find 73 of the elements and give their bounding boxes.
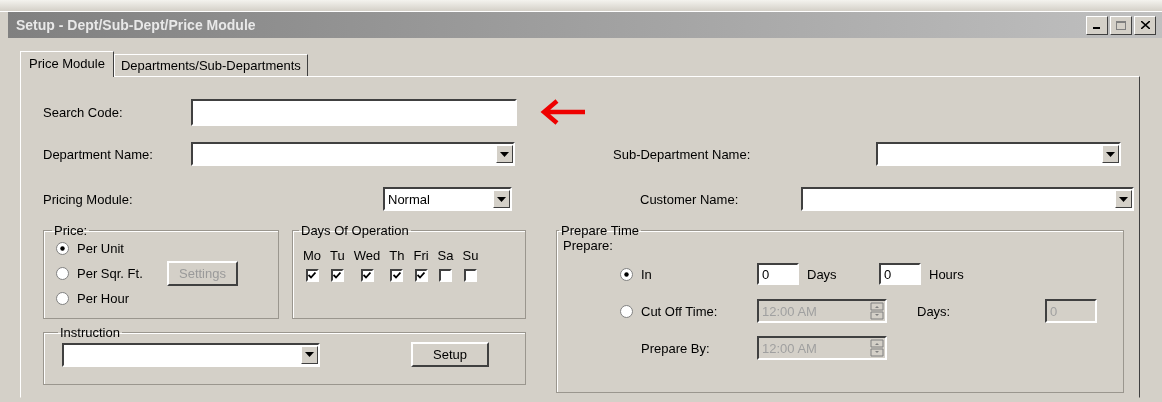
pricing-module-combo[interactable]: Normal (383, 187, 512, 211)
radio-button[interactable] (56, 291, 69, 305)
tab[interactable]: Price Module (20, 51, 114, 77)
setup-button[interactable]: Setup (411, 342, 489, 367)
dropdown-arrow-icon (1119, 196, 1128, 202)
maximize-button[interactable] (1110, 15, 1132, 35)
customer-combo[interactable] (801, 187, 1134, 211)
field-label: Pricing Module: (43, 191, 134, 207)
department-combo[interactable] (191, 142, 515, 166)
dropdown-button[interactable] (496, 145, 513, 163)
dropdown-arrow-icon (497, 196, 506, 202)
check-icon (308, 272, 317, 279)
field-label: Prepare By: (641, 340, 711, 356)
prepare-label: Prepare: (563, 238, 613, 253)
dropdown-arrow-icon (500, 151, 509, 157)
day-label: Mo (303, 248, 322, 263)
combo-value: Normal (388, 191, 431, 207)
group-title: Prepare Time (560, 223, 641, 238)
checkbox[interactable] (305, 269, 319, 282)
radio-label: Cut Off Time: (641, 303, 719, 319)
search-field[interactable] (191, 98, 517, 126)
checkbox[interactable] (414, 269, 428, 282)
field-label: Days: (917, 303, 952, 319)
check-icon (333, 272, 342, 279)
radio-button[interactable] (620, 267, 633, 281)
unit-label: Days (807, 266, 838, 282)
day-label: Wed (353, 248, 381, 263)
check-icon (417, 272, 425, 279)
dropdown-arrow-icon (1106, 151, 1115, 157)
instruction-combo[interactable] (62, 342, 320, 367)
radio-label: Per Hour (77, 290, 130, 306)
minimize-button[interactable] (1086, 15, 1108, 35)
field-label: Search Code: (43, 104, 124, 120)
check-icon (392, 272, 401, 279)
tab[interactable]: Departments/Sub-Departments (113, 54, 308, 76)
radio-button[interactable] (56, 266, 69, 280)
checkbox[interactable] (390, 269, 404, 282)
day-label: Sa (437, 248, 454, 263)
days-field[interactable]: 0 (757, 263, 799, 285)
dropdown-button[interactable] (301, 345, 318, 364)
checkbox[interactable] (330, 269, 344, 282)
field-value: 0 (762, 266, 771, 282)
radio-button[interactable] (56, 241, 69, 255)
dropdown-button[interactable] (1102, 145, 1119, 163)
group-title: Days Of Operation (300, 223, 410, 238)
day-label: Tu (330, 248, 345, 263)
field-label: Sub-Department Name: (613, 146, 752, 162)
arrow-icon (539, 99, 585, 125)
dropdown-arrow-icon (305, 352, 314, 357)
unit-label: Hours (929, 266, 964, 282)
day-label: Fri (413, 248, 429, 263)
day-label: Su (462, 248, 479, 263)
close-icon (1140, 21, 1150, 29)
field-value: 0 (884, 266, 893, 282)
radio-label: In (641, 266, 653, 282)
dropdown-button[interactable] (1115, 190, 1132, 208)
maximize-icon (1116, 20, 1126, 30)
check-icon (363, 272, 371, 279)
radio-label: Per Sqr. Ft. (77, 265, 144, 281)
group-title: Instruction (59, 325, 121, 340)
sub-department-combo[interactable] (876, 142, 1121, 166)
day-label: Th (389, 248, 405, 263)
hours-field[interactable]: 0 (879, 263, 921, 285)
close-button[interactable] (1134, 15, 1156, 35)
checkbox[interactable] (439, 269, 453, 282)
radio-label: Per Unit (77, 240, 124, 256)
dropdown-button[interactable] (493, 190, 510, 208)
group-title: Price: (53, 223, 89, 238)
field-label: Department Name: (43, 146, 154, 162)
checkbox[interactable] (463, 269, 477, 282)
window-title: Setup - Dept/Sub-Dept/Price Module (16, 17, 256, 33)
field-label: Customer Name: (640, 191, 740, 207)
checkbox[interactable] (360, 269, 374, 282)
